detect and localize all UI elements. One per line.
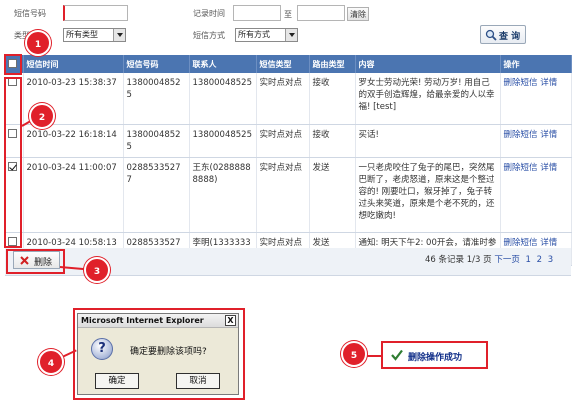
detail-link[interactable]: 详情: [540, 78, 557, 88]
table-row: 2010-03-23 15:38:37 13800048525 13800048…: [5, 73, 572, 125]
search-icon: [485, 29, 497, 41]
success-toast: 删除操作成功: [381, 341, 488, 369]
cell-contact: 13800048525: [189, 73, 257, 125]
cell-sms-type: 实时点对点: [256, 157, 310, 233]
cell-contact: 13800048525: [189, 124, 257, 158]
cell-sms-type: 实时点对点: [256, 124, 310, 158]
cell-actions: 删除短信 详情: [500, 157, 572, 233]
chevron-down-icon: [113, 29, 125, 41]
chevron-down-icon: [285, 29, 297, 41]
type-select-value: 所有类型: [66, 30, 98, 39]
clear-button[interactable]: 清除: [347, 7, 369, 21]
detail-link[interactable]: 详情: [540, 238, 557, 248]
cell-number: 13800048525: [123, 73, 190, 125]
delete-sms-link[interactable]: 删除短信: [504, 163, 538, 173]
sms-method-label: 短信方式: [193, 31, 225, 40]
detail-link[interactable]: 详情: [540, 163, 557, 173]
callout-2-badge: 2: [29, 103, 55, 129]
table-row: 2010-03-24 11:00:07 02885335277 王东(02888…: [5, 157, 572, 233]
header-number: 短信号码: [123, 55, 190, 73]
question-icon: ?: [91, 338, 113, 360]
pager-page-link[interactable]: 3: [548, 255, 553, 265]
query-button[interactable]: 查 询: [480, 25, 526, 44]
record-time-label: 记录时间: [193, 9, 225, 18]
success-message: 删除操作成功: [408, 353, 463, 363]
cell-route: 发送: [309, 157, 356, 233]
header-contact: 联系人: [189, 55, 257, 73]
callout-4-badge: 4: [38, 349, 64, 375]
record-time-to-label: 至: [284, 10, 292, 19]
cell-content: 罗女士劳动光荣! 劳动万岁! 用自己的双手创造辉煌，给最亲爱的人以幸福! [te…: [355, 73, 501, 125]
pager-summary: 46 条记录 1/3 页: [425, 255, 492, 265]
cell-number: 13800048525: [123, 124, 190, 158]
delete-sms-link[interactable]: 删除短信: [504, 130, 538, 140]
dialog-title: Microsoft Internet Explorer: [81, 316, 204, 325]
record-time-end-input[interactable]: [297, 5, 345, 21]
record-time-start-input[interactable]: [233, 5, 281, 21]
delete-sms-link[interactable]: 删除短信: [504, 78, 538, 88]
cell-time: 2010-03-24 11:00:07: [23, 157, 124, 233]
table-row: 2010-03-22 16:18:14 13800048525 13800048…: [5, 124, 572, 158]
sms-number-label: 短信号码: [14, 9, 46, 18]
cell-number: 02885335277: [123, 157, 190, 233]
delete-button-highlight: [6, 249, 65, 274]
callout-1-badge: 1: [25, 30, 51, 56]
sms-method-select[interactable]: 所有方式: [235, 28, 298, 42]
checkmark-icon: [391, 349, 403, 361]
cell-actions: 删除短信 详情: [500, 124, 572, 158]
sms-table: 短信时间 短信号码 联系人 短信类型 路由类型 内容 操作 2010-03-23…: [5, 55, 572, 266]
callout-5-badge: 5: [341, 341, 367, 367]
ok-button[interactable]: 确定: [95, 373, 139, 389]
sms-method-select-value: 所有方式: [238, 30, 270, 39]
close-icon[interactable]: X: [225, 315, 236, 326]
callout-3-badge: 3: [84, 257, 110, 283]
header-actions: 操作: [500, 55, 572, 73]
pager-page-link[interactable]: 2: [537, 255, 542, 265]
header-sms-type: 短信类型: [256, 55, 310, 73]
cell-content: 一只老虎咬住了兔子的尾巴，突然尾巴断了，老虎怒道，原来这是个整过容的! 刚要吐口…: [355, 157, 501, 233]
confirm-dialog: Microsoft Internet Explorer X ? 确定要删除该项吗…: [77, 313, 239, 395]
cell-time: 2010-03-22 16:18:14: [23, 124, 124, 158]
query-button-label: 查 询: [499, 32, 521, 42]
cell-contact: 王东(02888888888): [189, 157, 257, 233]
header-route: 路由类型: [309, 55, 356, 73]
type-select[interactable]: 所有类型: [63, 28, 126, 42]
cancel-button[interactable]: 取消: [176, 373, 220, 389]
row-checkbox-highlight: [4, 77, 22, 248]
select-all-highlight: [4, 54, 22, 75]
pager: 46 条记录 1/3 页 下一页 1 2 3: [425, 253, 553, 265]
sms-number-input[interactable]: [63, 5, 128, 21]
pager-next-link[interactable]: 下一页: [494, 255, 520, 265]
delete-sms-link[interactable]: 删除短信: [504, 238, 538, 248]
cell-actions: 删除短信 详情: [500, 73, 572, 125]
header-content: 内容: [355, 55, 501, 73]
cell-route: 接收: [309, 124, 356, 158]
callout-5-pointer: [365, 355, 381, 357]
cell-route: 接收: [309, 73, 356, 125]
header-time: 短信时间: [23, 55, 124, 73]
dialog-titlebar: Microsoft Internet Explorer X: [78, 314, 238, 328]
pager-page-link[interactable]: 1: [526, 255, 531, 265]
dialog-message: 确定要删除该项吗?: [130, 347, 207, 357]
detail-link[interactable]: 详情: [540, 130, 557, 140]
cell-content: 买话!: [355, 124, 501, 158]
cell-sms-type: 实时点对点: [256, 73, 310, 125]
